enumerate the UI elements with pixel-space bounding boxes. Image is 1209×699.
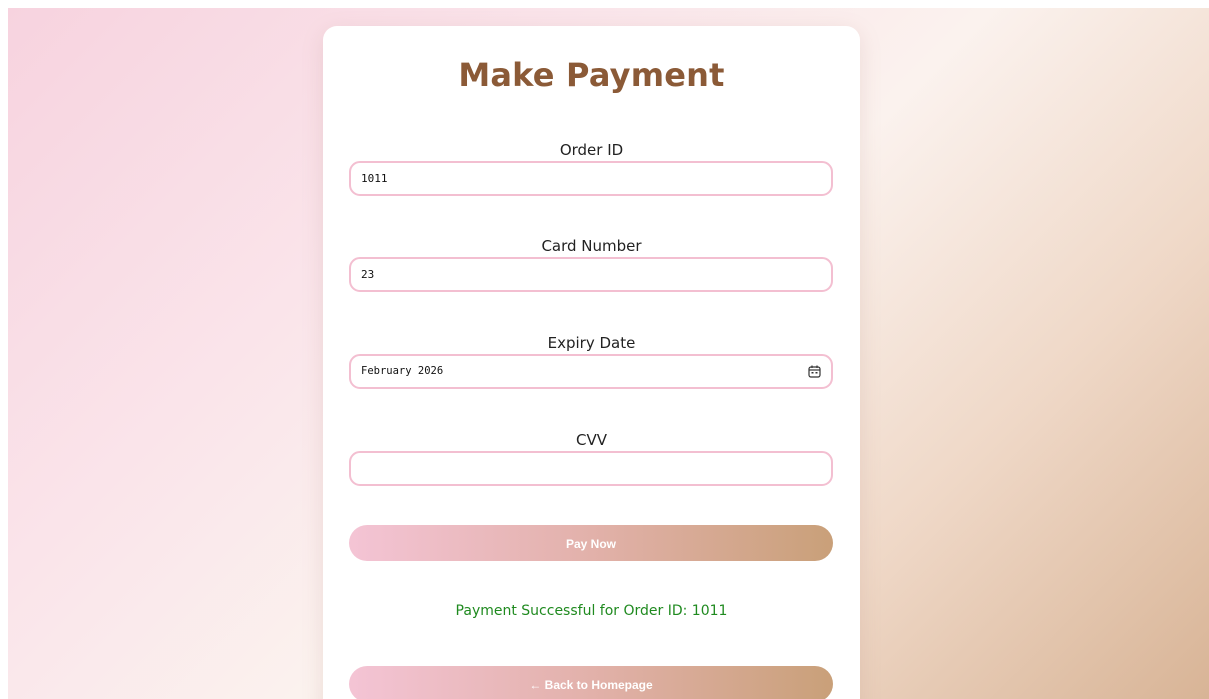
pay-now-button[interactable]: Pay Now (349, 525, 833, 561)
payment-success-message: Payment Successful for Order ID: 1011 (455, 603, 728, 619)
cvv-label: CVV (576, 431, 607, 449)
page-title: Make Payment (458, 56, 725, 94)
order-id-input[interactable] (349, 161, 833, 196)
back-to-homepage-button[interactable]: ← Back to Homepage (349, 666, 833, 699)
expiry-date-label: Expiry Date (547, 334, 636, 352)
card-number-input[interactable] (349, 257, 833, 292)
card-number-label: Card Number (541, 237, 642, 255)
expiry-date-input[interactable]: February 2026 (349, 354, 833, 389)
order-id-label: Order ID (559, 141, 624, 159)
calendar-icon[interactable] (808, 365, 821, 378)
cvv-input[interactable] (349, 451, 833, 486)
payment-card: Make Payment Order ID Card Number Expiry… (323, 26, 860, 699)
expiry-date-value: February 2026 (361, 365, 444, 377)
page-background: Make Payment Order ID Card Number Expiry… (8, 8, 1209, 699)
